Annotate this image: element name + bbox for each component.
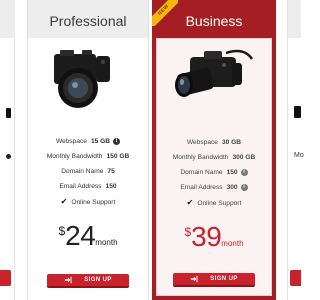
price-amount: 39	[191, 221, 222, 252]
price-currency: $	[58, 224, 66, 238]
pricing-card-partial-right: Mo	[287, 0, 304, 300]
pricing-card-professional: Professional Webspace 15 GB i Monthly Band…	[27, 0, 149, 300]
card-header	[288, 0, 301, 38]
spec-value: 15 GB	[90, 138, 111, 145]
spec-value: 75	[107, 168, 115, 175]
spec-label: Monthly Bandwidth	[172, 154, 229, 161]
spec-value: 150	[226, 169, 238, 176]
spec-list: Webspace 15 GB i Monthly Bandwidth 150 GB D…	[28, 134, 148, 209]
price-currency: $	[184, 225, 192, 239]
signup-button[interactable]	[0, 270, 11, 286]
spec-list: Webspace 30 GB Monthly Bandwidth 300 GB Do…	[157, 135, 271, 210]
spec-label: Email Address	[59, 183, 102, 190]
ribbon-label: NEW	[152, 0, 178, 26]
spec-row-domain: Domain Name 150 i	[157, 165, 271, 180]
spec-label: Email Address	[180, 184, 223, 191]
signup-button-label: SIGN UP	[84, 277, 112, 283]
pricing-card-partial-left	[0, 0, 15, 300]
spec-label: Webspace	[55, 138, 87, 145]
spec-label: Domain Name	[180, 169, 223, 176]
signup-button[interactable]: SIGN UP	[47, 274, 129, 288]
camera-image	[6, 108, 11, 118]
spec-label: Monthly Bandwidth	[46, 153, 103, 160]
spec-label: Online Support	[197, 200, 242, 207]
spec-value: 300 GB	[232, 154, 256, 161]
sign-in-icon	[65, 276, 72, 284]
spec-value: 30 GB	[221, 139, 242, 146]
spec-label: Online Support	[71, 199, 116, 206]
check-icon: ✔	[186, 198, 194, 207]
sign-in-icon	[191, 275, 198, 283]
info-icon[interactable]: i	[240, 183, 248, 191]
spec-row-support: ✔ Online Support	[28, 194, 148, 209]
spec-row-domain: Domain Name 75	[28, 164, 148, 179]
spec-value: 300	[226, 184, 238, 191]
signup-button[interactable]	[290, 270, 301, 286]
spec-row-webspace: Webspace 15 GB i	[28, 134, 148, 149]
camera-image	[294, 106, 301, 118]
signup-button-label: SIGN UP	[210, 276, 238, 282]
camera-image	[175, 49, 254, 97]
new-ribbon: NEW	[152, 0, 178, 26]
spec-row-email: Email Address 150	[28, 179, 148, 194]
spec-value: 150	[105, 183, 117, 190]
spec-label: Mo	[294, 152, 304, 159]
info-icon	[6, 154, 11, 159]
spec-row-bandwidth: Monthly Bandwidth 150 GB	[28, 149, 148, 164]
price-period: month	[221, 239, 244, 248]
spec-row-webspace: Webspace 30 GB	[157, 135, 271, 150]
price: $39month	[157, 221, 271, 253]
info-icon[interactable]: i	[240, 168, 248, 176]
spec-row-email: Email Address 300 i	[157, 180, 271, 195]
card-header	[0, 0, 15, 38]
signup-button[interactable]: SIGN UP	[173, 273, 255, 287]
price-period: month	[95, 238, 118, 247]
plan-title: Professional	[28, 0, 148, 38]
spec-row-support: ✔ Online Support	[157, 195, 271, 210]
check-icon: ✔	[60, 197, 68, 206]
info-icon[interactable]: i	[113, 137, 121, 145]
card-body: Webspace 15 GB i Monthly Bandwidth 150 GB D…	[28, 38, 148, 300]
price-amount: 24	[65, 220, 96, 251]
price: $24month	[28, 220, 148, 252]
spec-row-bandwidth: Monthly Bandwidth 300 GB	[157, 150, 271, 165]
pricing-card-business: NEW Business Webspace 30 GB Monthly Band…	[152, 0, 276, 300]
spec-label: Domain Name	[61, 168, 104, 175]
camera-image	[54, 50, 110, 108]
spec-value: 150 GB	[106, 153, 130, 160]
card-body: Webspace 30 GB Monthly Bandwidth 300 GB Do…	[156, 38, 272, 296]
spec-label: Webspace	[186, 139, 218, 146]
pricing-table: Professional Webspace 15 GB i Monthly Band…	[0, 0, 304, 300]
